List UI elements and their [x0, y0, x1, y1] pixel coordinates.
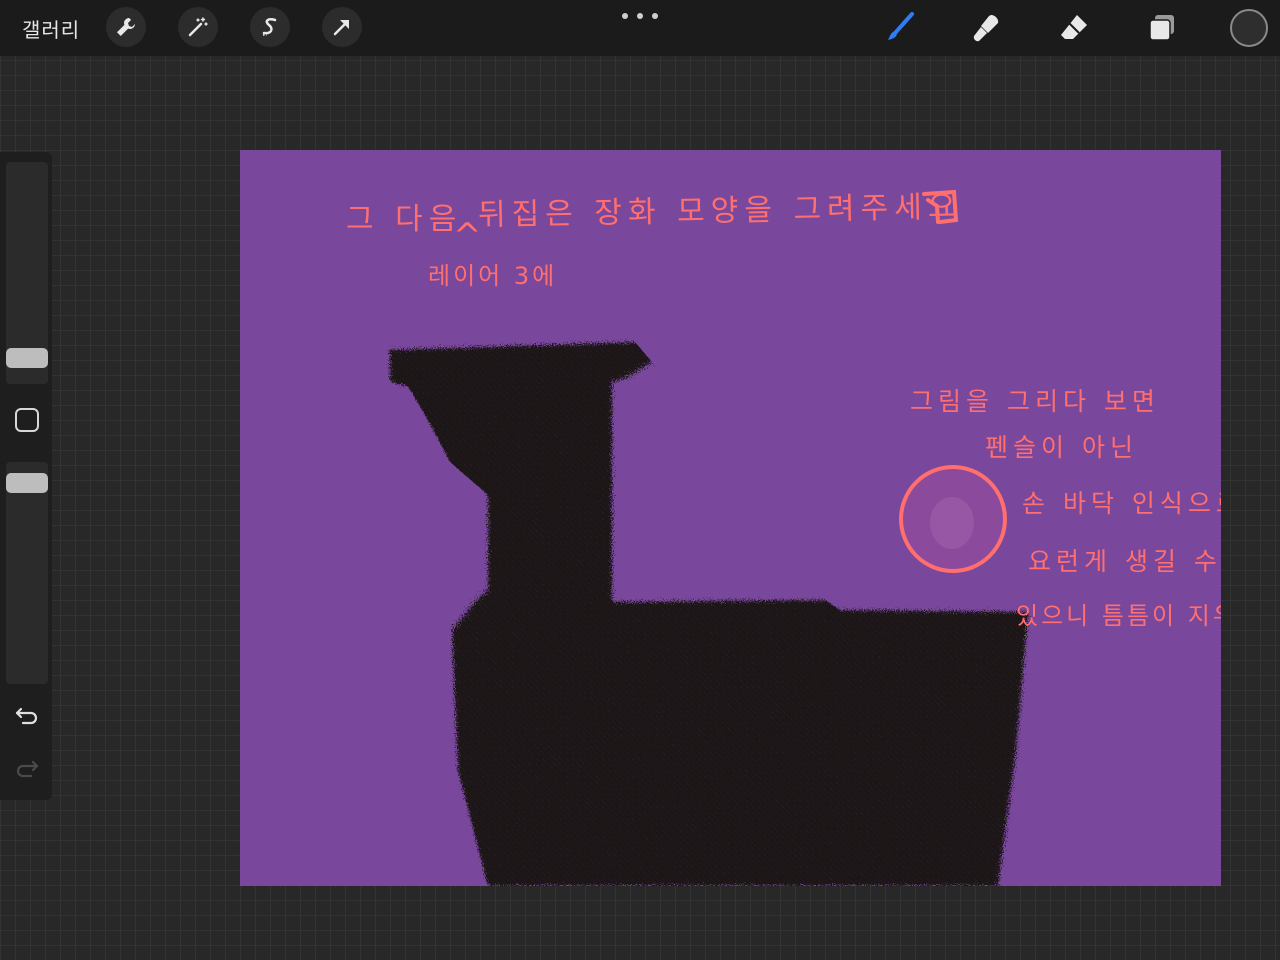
gallery-button[interactable]: 갤러리: [22, 14, 80, 43]
boot-silhouette: [390, 342, 1028, 886]
smudge-tool-button[interactable]: [966, 8, 1006, 48]
brush-size-slider-thumb[interactable]: [6, 348, 48, 368]
transform-arrow-icon: [333, 20, 349, 36]
smudge-icon: [973, 15, 999, 42]
transform-button[interactable]: [322, 7, 362, 47]
magic-wand-icon: [188, 17, 208, 37]
selection-s-icon: [262, 18, 277, 36]
dot-icon: [637, 13, 643, 19]
opacity-slider[interactable]: [6, 462, 48, 684]
note-instruction: 뒤집은 장화 모양을 그려주세요: [477, 189, 962, 233]
adjustments-button[interactable]: [178, 7, 218, 47]
note-side-3: 손 바닥 인식으로: [1022, 489, 1221, 518]
drawing-canvas[interactable]: 그 다음 뒤집은 장화 모양을 그려주세요 ^ 레이어 3에 그림을 그리다 보…: [240, 150, 1221, 886]
layers-button[interactable]: [1142, 8, 1182, 48]
modify-square-button[interactable]: [15, 408, 39, 432]
note-side-2: 펜슬이 아닌: [985, 433, 1138, 462]
left-sidebar: [0, 152, 52, 800]
procreate-app: 갤러리 그 다음 뒤집은 장화 모양을 그려주세요 ^ 레이어 3에 그림을 그…: [0, 0, 1280, 960]
more-menu-button[interactable]: [622, 8, 658, 24]
opacity-slider-thumb[interactable]: [6, 473, 48, 493]
note-side-5: 있으니 틈틈이 지우기: [1016, 602, 1221, 630]
eraser-icon: [1061, 15, 1087, 39]
note-side-4: 요런게 생길 수: [1028, 547, 1221, 576]
undo-icon[interactable]: [13, 703, 41, 727]
palm-smudge: [930, 497, 974, 549]
brush-icon: [888, 12, 914, 40]
eraser-tool-button[interactable]: [1054, 8, 1094, 48]
note-insert-layer: 레이어 3에: [428, 262, 558, 290]
top-toolbar: 갤러리: [0, 0, 1280, 56]
paint-tool-button[interactable]: [880, 8, 920, 48]
note-caret: ^: [453, 216, 488, 256]
redo-icon[interactable]: [13, 756, 41, 780]
selection-button[interactable]: [250, 7, 290, 47]
dot-icon: [652, 13, 658, 19]
actions-button[interactable]: [106, 7, 146, 47]
note-then: 그 다음: [346, 202, 463, 237]
color-picker-button[interactable]: [1230, 9, 1268, 47]
dot-icon: [622, 13, 628, 19]
layers-icon: [1149, 15, 1174, 41]
note-side-1: 그림을 그리다 보면: [910, 387, 1160, 416]
wrench-icon: [117, 18, 135, 36]
